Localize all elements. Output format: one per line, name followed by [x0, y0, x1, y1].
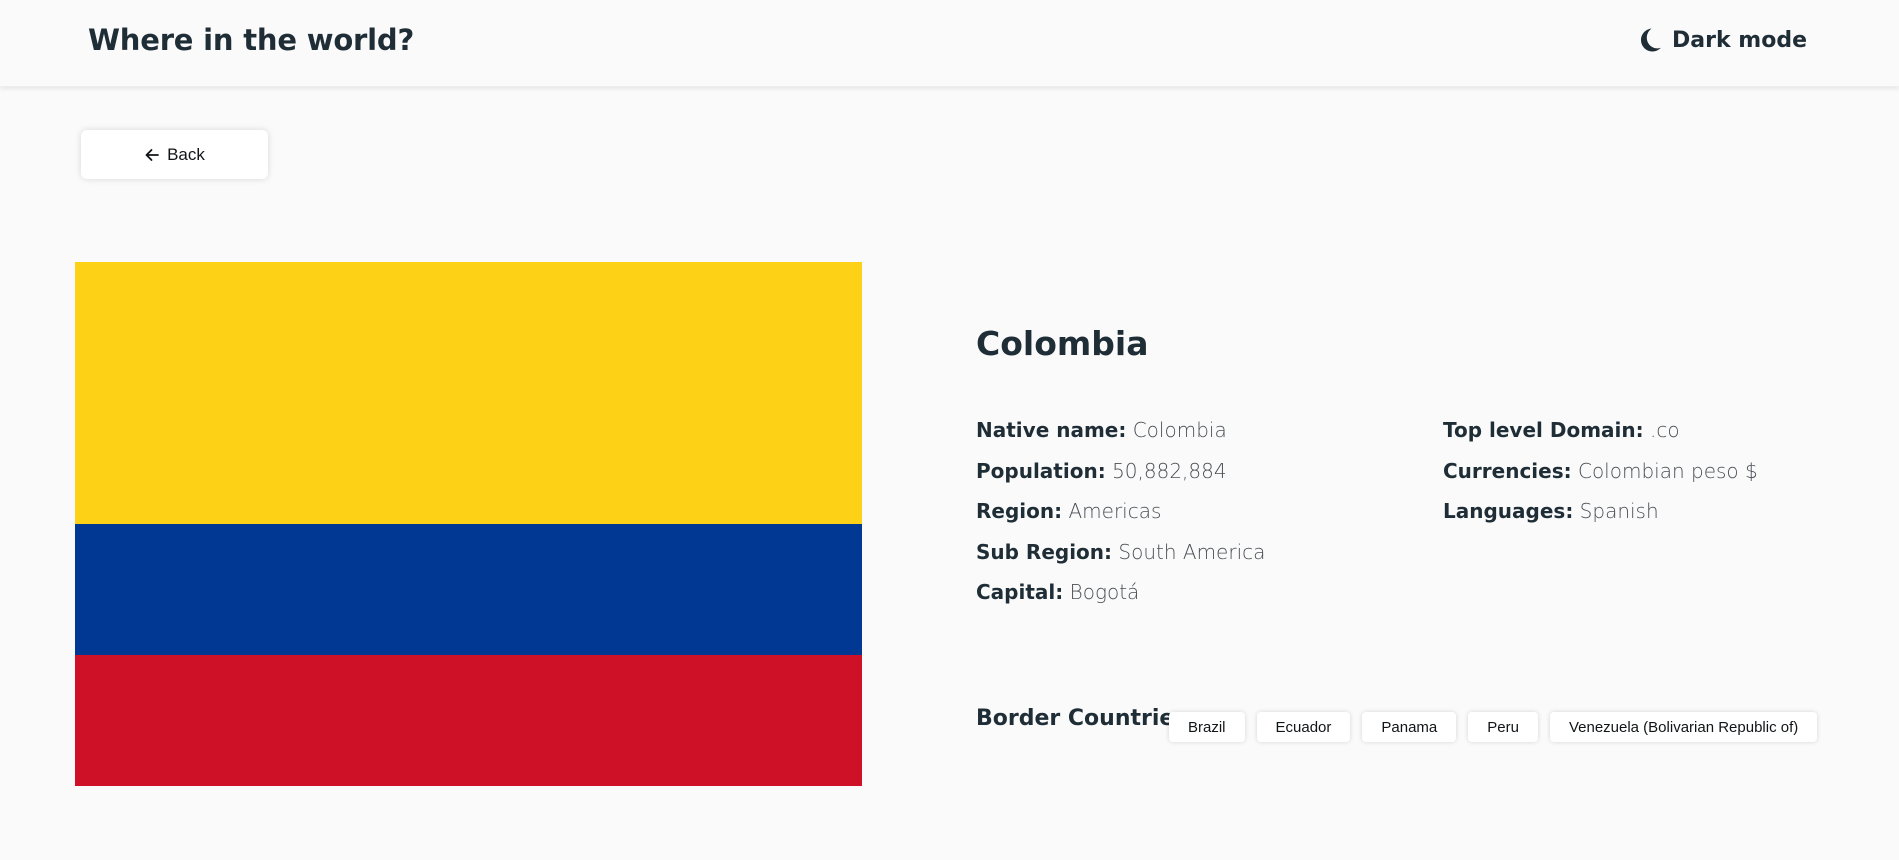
- border-countries-label: Border Countries:: [976, 706, 1197, 731]
- detail-label: Top level Domain:: [1443, 418, 1644, 442]
- detail-capital: Capital: Bogotá: [976, 580, 1265, 621]
- detail-value: Americas: [1068, 499, 1162, 523]
- back-button-label: Back: [167, 144, 205, 164]
- detail-value: Colombian peso $: [1577, 458, 1758, 483]
- detail-value: 50,882,884: [1112, 458, 1227, 483]
- flag-stripe-yellow: [75, 262, 862, 524]
- back-button[interactable]: Back: [81, 130, 268, 179]
- secondary-details: Top level Domain: .co Currencies: Colomb…: [1443, 418, 1758, 540]
- detail-label: Native name:: [976, 418, 1127, 442]
- detail-value: Spanish: [1579, 499, 1659, 523]
- detail-label: Languages:: [1443, 499, 1574, 523]
- country-name: Colombia: [976, 324, 1149, 363]
- flag-stripe-blue: [75, 524, 862, 655]
- border-countries-list: Brazil Ecuador Panama Peru Venezuela (Bo…: [1169, 712, 1818, 742]
- border-country-chip[interactable]: Venezuela (Bolivarian Republic of): [1549, 712, 1818, 742]
- dark-mode-toggle[interactable]: Dark mode: [1638, 27, 1807, 53]
- detail-top-level-domain: Top level Domain: .co: [1443, 418, 1758, 459]
- detail-label: Capital:: [976, 580, 1064, 604]
- dark-mode-label: Dark mode: [1672, 27, 1807, 53]
- detail-sub-region: Sub Region: South America: [976, 540, 1265, 581]
- detail-value: South America: [1118, 539, 1266, 564]
- detail-value: Bogotá: [1069, 580, 1140, 604]
- primary-details: Native name: Colombia Population: 50,882…: [976, 418, 1265, 621]
- detail-value: Colombia: [1132, 418, 1227, 442]
- detail-label: Region:: [976, 499, 1063, 523]
- detail-native-name: Native name: Colombia: [976, 418, 1265, 459]
- detail-region: Region: Americas: [976, 499, 1265, 540]
- moon-icon: [1641, 28, 1661, 52]
- detail-languages: Languages: Spanish: [1443, 499, 1758, 540]
- country-flag-image: [75, 262, 862, 786]
- border-country-chip[interactable]: Brazil: [1169, 712, 1245, 742]
- detail-population: Population: 50,882,884: [976, 459, 1265, 500]
- detail-value: .co: [1649, 418, 1680, 442]
- app-title: Where in the world?: [88, 23, 415, 57]
- border-country-chip[interactable]: Panama: [1362, 712, 1457, 742]
- detail-currencies: Currencies: Colombian peso $: [1443, 459, 1758, 500]
- top-header: Where in the world? Dark mode: [0, 0, 1899, 87]
- flag-stripe-red: [75, 655, 862, 786]
- border-country-chip[interactable]: Peru: [1468, 712, 1538, 742]
- border-country-chip[interactable]: Ecuador: [1256, 712, 1351, 742]
- detail-label: Currencies:: [1443, 458, 1572, 483]
- arrow-left-icon: [145, 148, 159, 161]
- detail-label: Population:: [976, 458, 1106, 483]
- detail-label: Sub Region:: [976, 539, 1113, 564]
